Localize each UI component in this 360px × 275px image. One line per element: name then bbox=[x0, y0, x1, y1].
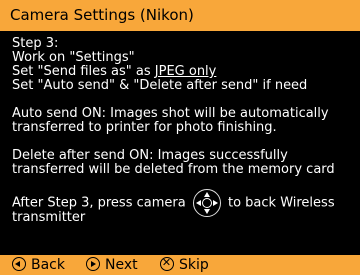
auto-send-text-2: transferred to printer for photo finishi… bbox=[12, 120, 277, 135]
screen-title: Camera Settings (Nikon) bbox=[10, 6, 194, 24]
skip-circle-icon: ✕ bbox=[160, 256, 174, 271]
camera-settings-screen: Camera Settings (Nikon) Step 3: Work on … bbox=[0, 0, 360, 275]
auto-send-text-1: Auto send ON: Images shot will be automa… bbox=[12, 106, 329, 121]
next-button[interactable]: Next bbox=[86, 255, 138, 275]
instruction-line-2-prefix: Set "Send files as" as bbox=[12, 64, 155, 79]
instruction-line-1: Work on "Settings" bbox=[12, 50, 135, 65]
delete-after-send-text-1: Delete after send ON: Images successfull… bbox=[12, 148, 288, 163]
back-circle-icon bbox=[12, 257, 26, 271]
after-step-suffix: to back Wireless bbox=[227, 195, 335, 211]
skip-label: Skip bbox=[179, 257, 209, 273]
next-circle-icon bbox=[86, 257, 100, 271]
instruction-line-2: Set "Send files as" as JPEG only bbox=[12, 65, 352, 79]
instructions-panel: Step 3: Work on "Settings" Set "Send fil… bbox=[12, 37, 352, 225]
navigation-bar: Back Next ✕ Skip bbox=[0, 255, 360, 275]
delete-after-send-text-2: transferred will be deleted from the mem… bbox=[12, 162, 335, 177]
skip-button[interactable]: ✕ Skip bbox=[160, 255, 209, 275]
multi-selector-icon bbox=[192, 189, 221, 217]
instruction-line-3: Set "Auto send" & "Delete after send" if… bbox=[12, 78, 308, 93]
back-button[interactable]: Back bbox=[12, 255, 65, 275]
instruction-line-2-emphasis: JPEG only bbox=[154, 64, 217, 79]
next-label: Next bbox=[105, 257, 138, 273]
back-label: Back bbox=[31, 257, 65, 273]
step-heading: Step 3: bbox=[12, 36, 59, 51]
title-bar: Camera Settings (Nikon) bbox=[0, 0, 360, 31]
after-step-prefix: After Step 3, press camera bbox=[12, 195, 186, 211]
